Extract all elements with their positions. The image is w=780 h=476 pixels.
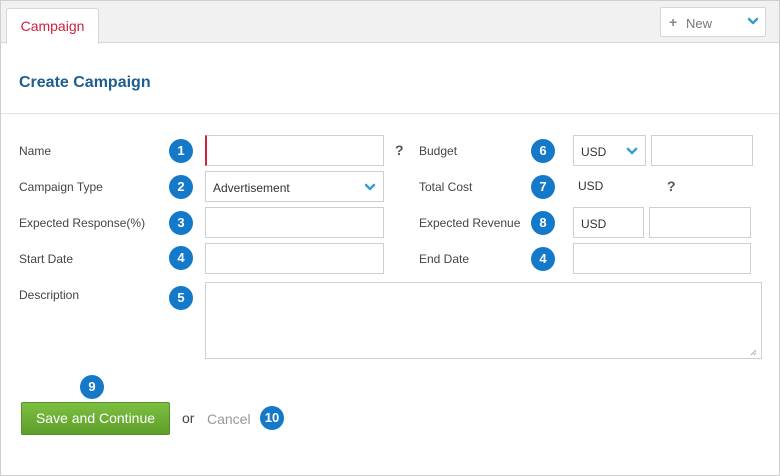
- divider: [1, 113, 779, 114]
- new-dropdown-button[interactable]: + New: [660, 7, 766, 37]
- callout-badge-name: 1: [169, 139, 193, 163]
- callout-badge-total-cost: 7: [531, 175, 555, 199]
- campaign-type-value: Advertisement: [213, 181, 290, 195]
- top-bar: Campaign + New: [1, 1, 779, 44]
- campaign-type-select[interactable]: Advertisement: [205, 171, 384, 202]
- callout-badge-cancel: 10: [260, 406, 284, 430]
- expected-revenue-label: Expected Revenue: [419, 216, 521, 230]
- end-date-label: End Date: [419, 252, 470, 266]
- end-date-input[interactable]: [573, 243, 751, 274]
- start-date-label: Start Date: [19, 252, 74, 266]
- plus-icon: +: [669, 14, 678, 30]
- callout-badge-save: 9: [80, 375, 104, 399]
- start-date-input[interactable]: [205, 243, 384, 274]
- budget-input[interactable]: [651, 135, 753, 166]
- help-icon[interactable]: ?: [395, 142, 404, 158]
- name-input[interactable]: [205, 135, 384, 166]
- new-button-label: New: [686, 16, 713, 31]
- total-cost-currency: USD: [578, 179, 604, 193]
- expected-revenue-currency: USD: [573, 207, 644, 238]
- budget-currency-value: USD: [581, 145, 607, 159]
- callout-badge-start-date: 4: [169, 246, 193, 270]
- resize-grip-icon[interactable]: [749, 348, 757, 356]
- callout-badge-budget: 6: [531, 139, 555, 163]
- campaign-window: Campaign + New Create Campaign Name Camp…: [0, 0, 780, 476]
- save-and-continue-button[interactable]: Save and Continue: [21, 402, 170, 435]
- description-label: Description: [19, 288, 80, 302]
- description-textarea[interactable]: [205, 282, 762, 359]
- callout-badge-expected-revenue: 8: [531, 211, 555, 235]
- campaign-type-label: Campaign Type: [19, 180, 103, 194]
- chevron-down-icon: [626, 147, 638, 155]
- or-separator: or: [182, 410, 195, 426]
- callout-badge-expected-response: 3: [169, 211, 193, 235]
- budget-currency-select[interactable]: USD: [573, 135, 646, 166]
- chevron-down-icon: [364, 183, 376, 191]
- chevron-down-icon: [747, 17, 759, 25]
- expected-response-label: Expected Response(%): [19, 216, 146, 230]
- total-cost-label: Total Cost: [419, 180, 473, 194]
- page-title: Create Campaign: [19, 74, 151, 91]
- callout-badge-campaign-type: 2: [169, 175, 193, 199]
- help-icon[interactable]: ?: [667, 178, 676, 194]
- budget-label: Budget: [419, 144, 458, 158]
- tab-campaign[interactable]: Campaign: [6, 8, 99, 44]
- expected-revenue-currency-value: USD: [581, 217, 607, 231]
- expected-revenue-input[interactable]: [649, 207, 751, 238]
- expected-response-input[interactable]: [205, 207, 384, 238]
- cancel-link[interactable]: Cancel: [207, 411, 251, 427]
- name-label: Name: [19, 144, 52, 158]
- callout-badge-end-date: 4: [531, 247, 555, 271]
- callout-badge-description: 5: [169, 286, 193, 310]
